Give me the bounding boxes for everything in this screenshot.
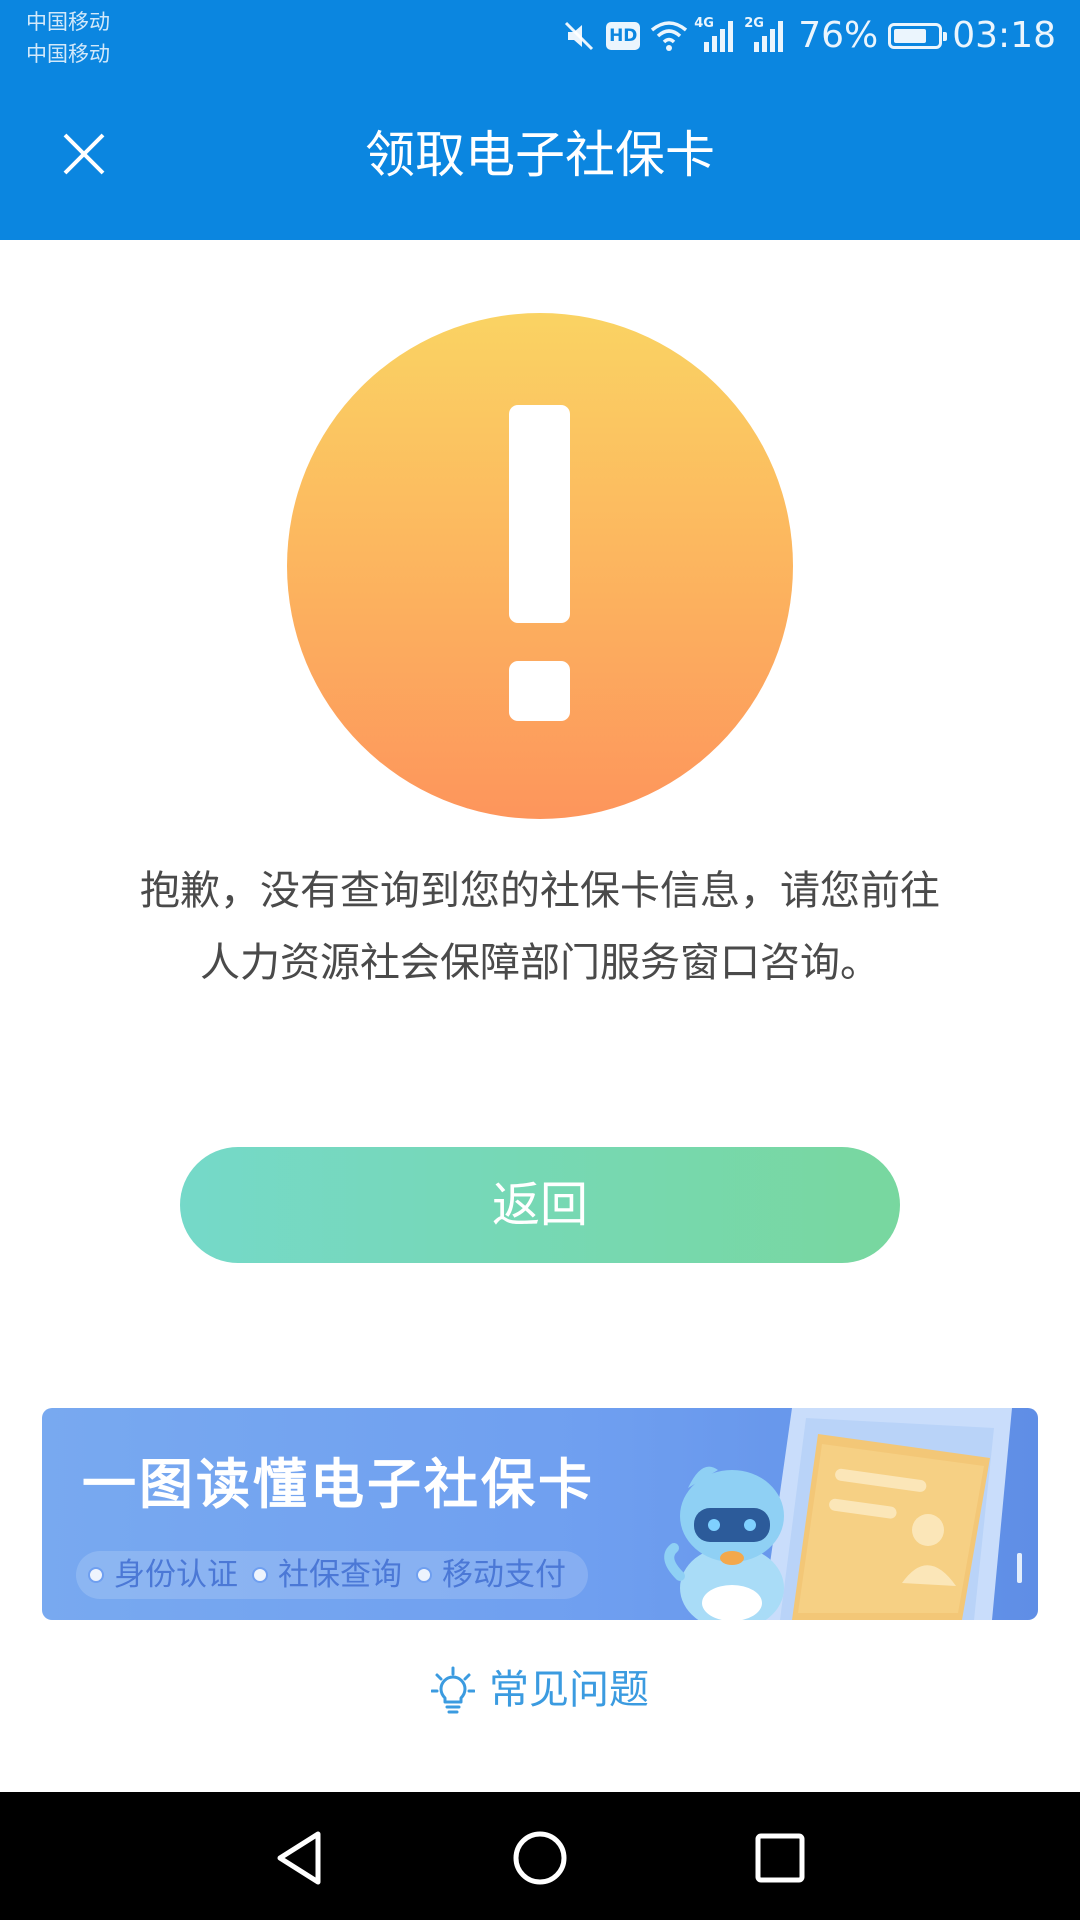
- banner-tag: 身份认证: [88, 1551, 238, 1599]
- exclamation-dot: [509, 661, 570, 721]
- bullet-icon: [252, 1567, 268, 1583]
- battery-level: [894, 29, 927, 43]
- carrier-1-label: 中国移动: [26, 10, 110, 34]
- banner-tag-label: 社保查询: [278, 1557, 402, 1593]
- mute-icon: [562, 19, 596, 53]
- banner-illustration: [664, 1408, 1022, 1620]
- nav-back-button[interactable]: [268, 1826, 332, 1890]
- banner-tag-label: 身份认证: [114, 1557, 238, 1593]
- screen: 中国移动 中国移动 HD 4G 2G 76% 03:18 领取电子社保卡 抱歉，…: [0, 0, 1080, 1920]
- home-circle-icon: [513, 1831, 567, 1885]
- banner-tag-label: 移动支付: [442, 1557, 566, 1593]
- lightbulb-icon: [431, 1666, 475, 1714]
- banner-tags: 身份认证 社保查询 移动支付: [76, 1551, 588, 1599]
- battery-percent: 76%: [798, 15, 879, 56]
- carrier-2-label: 中国移动: [26, 42, 110, 66]
- carrier-info: 中国移动 中国移动: [26, 6, 110, 70]
- banner-tag: 移动支付: [416, 1551, 566, 1599]
- mascot-illustration: [664, 1466, 784, 1620]
- network-type-2: 2G: [744, 16, 764, 31]
- bullet-icon: [88, 1567, 104, 1583]
- status-indicators: HD 4G 2G 76% 03:18: [562, 10, 1056, 62]
- phone-illustration: [762, 1408, 1022, 1620]
- nav-recents-button[interactable]: [748, 1826, 812, 1890]
- faq-label: 常见问题: [489, 1667, 649, 1713]
- battery-icon: [888, 23, 948, 49]
- exclamation-icon: [287, 313, 793, 819]
- status-bar: 中国移动 中国移动 HD 4G 2G 76% 03:18: [0, 0, 1080, 74]
- wifi-icon: [650, 20, 688, 52]
- navigation-bar: [0, 1792, 1080, 1920]
- exclamation-bar: [509, 405, 570, 623]
- error-message: 抱歉，没有查询到您的社保卡信息，请您前往 人力资源社会保障部门服务窗口咨询。: [70, 855, 1010, 999]
- nav-home-button[interactable]: [508, 1826, 572, 1890]
- recents-square-icon: [755, 1833, 805, 1883]
- page-title: 领取电子社保卡: [365, 126, 715, 184]
- back-button[interactable]: 返回: [180, 1147, 900, 1263]
- title-bar: 领取电子社保卡: [0, 90, 1080, 220]
- signal-group-1: 4G: [694, 16, 738, 54]
- back-triangle-icon: [277, 1831, 321, 1885]
- clock: 03:18: [952, 15, 1056, 56]
- banner-title: 一图读懂电子社保卡: [82, 1453, 595, 1516]
- hd-badge: HD: [606, 22, 641, 50]
- signal-group-2: 2G: [744, 16, 788, 54]
- network-type-1: 4G: [694, 16, 714, 31]
- faq-link[interactable]: 常见问题: [0, 1662, 1080, 1718]
- banner-tag: 社保查询: [252, 1551, 402, 1599]
- bullet-icon: [416, 1567, 432, 1583]
- info-banner[interactable]: 一图读懂电子社保卡 身份认证 社保查询 移动支付: [42, 1408, 1038, 1620]
- app-header: 中国移动 中国移动 HD 4G 2G 76% 03:18 领取电子社保卡: [0, 0, 1080, 240]
- error-message-line-1: 抱歉，没有查询到您的社保卡信息，请您前往: [140, 868, 940, 914]
- error-message-line-2: 人力资源社会保障部门服务窗口咨询。: [200, 940, 880, 986]
